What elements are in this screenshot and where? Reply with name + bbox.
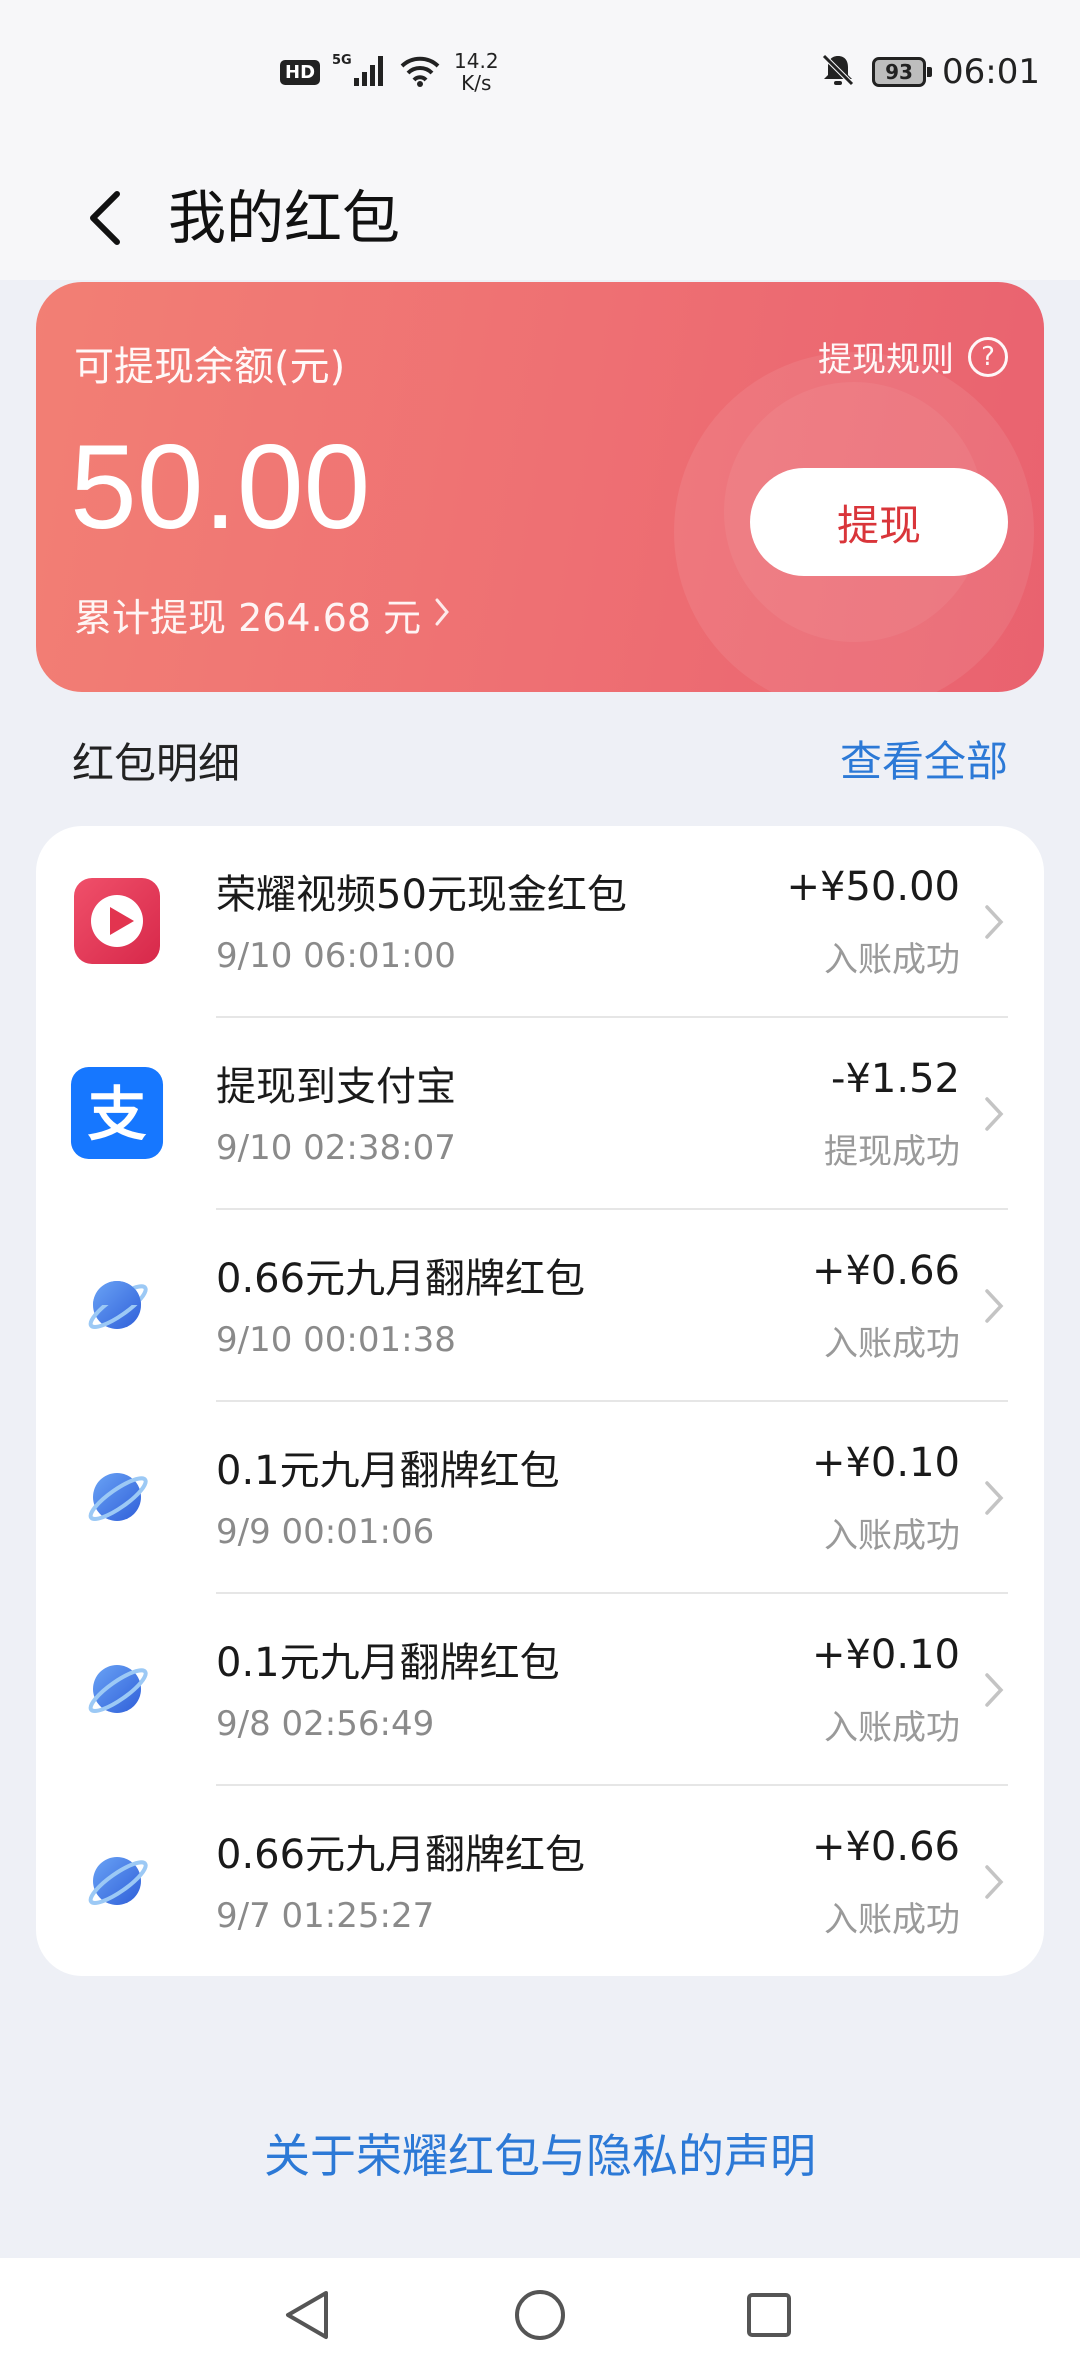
details-section-title: 红包明细 [72,739,241,788]
list-item[interactable]: 支 提现到支付宝 9/10 02:38:07 -¥1.52 提现成功 [36,1018,1044,1210]
chevron-right-icon [982,902,1006,942]
privacy-statement-link[interactable]: 关于荣耀红包与隐私的声明 [0,2120,1080,2186]
planet-icon [70,1642,164,1736]
triangle-back-icon [282,2287,332,2347]
status-bar: HD 5G 14.2 K/s 93 06:01 [0,0,1080,150]
speed-unit: K/s [461,71,492,95]
battery-indicator: 93 [872,57,933,87]
app-root: HD 5G 14.2 K/s 93 06:01 我的红包 可提现余额(元) 提现… [0,0,1080,2376]
nav-back-button[interactable] [272,2282,342,2352]
chevron-right-icon [982,1286,1006,1326]
speed-value: 14.2 [454,49,499,73]
withdraw-rules-link[interactable]: 提现规则 ? [818,332,1008,381]
item-time: 9/10 00:01:38 [216,1320,456,1360]
planet-icon [70,1450,164,1544]
view-all-link[interactable]: 查看全部 [840,728,1008,789]
svg-text:5G: 5G [332,53,352,68]
item-time: 9/9 00:01:06 [216,1512,435,1552]
list-item[interactable]: 0.66元九月翻牌红包 9/10 00:01:38 +¥0.66 入账成功 [36,1210,1044,1402]
item-time: 9/10 02:38:07 [216,1128,456,1168]
list-item[interactable]: 荣耀视频50元现金红包 9/10 06:01:00 +¥50.00 入账成功 [36,826,1044,1018]
item-status: 提现成功 [824,1132,960,1172]
item-title: 0.66元九月翻牌红包 [216,1256,586,1302]
balance-amount: 50.00 [70,420,371,554]
list-item[interactable]: 0.1元九月翻牌红包 9/9 00:01:06 +¥0.10 入账成功 [36,1402,1044,1594]
item-status: 入账成功 [824,1900,960,1940]
chevron-right-icon [982,1478,1006,1518]
nav-home-button[interactable] [505,2282,575,2352]
item-amount: +¥0.66 [811,1824,960,1870]
planet-icon [70,1258,164,1352]
list-item[interactable]: 0.1元九月翻牌红包 9/8 02:56:49 +¥0.10 入账成功 [36,1594,1044,1786]
item-title: 提现到支付宝 [216,1064,456,1110]
status-left: HD 5G 14.2 K/s [280,50,499,94]
item-time: 9/10 06:01:00 [216,936,456,976]
chevron-right-icon [433,593,451,637]
item-time: 9/7 01:25:27 [216,1896,435,1936]
balance-card: 可提现余额(元) 提现规则 ? 50.00 提现 累计提现 264.68 元 [36,282,1044,692]
item-title: 0.1元九月翻牌红包 [216,1448,560,1494]
svg-text:支: 支 [88,1080,147,1149]
item-title: 荣耀视频50元现金红包 [216,872,627,918]
item-amount: +¥0.66 [811,1248,960,1294]
planet-icon [70,1834,164,1928]
item-status: 入账成功 [824,1324,960,1364]
page-title: 我的红包 [168,184,401,252]
alipay-icon: 支 [70,1066,164,1160]
back-arrow-icon [85,188,125,252]
mute-bell-icon [820,52,856,92]
circle-home-icon [512,2287,568,2347]
network-speed: 14.2 K/s [454,50,499,94]
hd-badge: HD [280,59,321,85]
rules-label: 提现规则 [818,340,954,380]
square-recents-icon [743,2289,795,2345]
item-title: 0.1元九月翻牌红包 [216,1640,560,1686]
details-list: 荣耀视频50元现金红包 9/10 06:01:00 +¥50.00 入账成功 支… [36,826,1044,1976]
question-icon: ? [968,336,1008,377]
signal-icon: 5G [332,52,386,92]
withdraw-button[interactable]: 提现 [750,468,1008,576]
item-amount: +¥0.10 [811,1440,960,1486]
nav-recents-button[interactable] [734,2282,804,2352]
item-amount: +¥0.10 [811,1632,960,1678]
item-time: 9/8 02:56:49 [216,1704,435,1744]
total-withdrawn-link[interactable]: 累计提现 264.68 元 [74,587,451,642]
back-button[interactable] [70,170,140,270]
wifi-icon [398,52,442,92]
balance-label: 可提现余额(元) [74,344,346,390]
item-amount: +¥50.00 [786,864,960,910]
total-withdrawn-text: 累计提现 264.68 元 [74,596,422,640]
status-time: 06:01 [942,52,1040,92]
item-amount: -¥1.52 [831,1056,960,1102]
item-status: 入账成功 [824,1708,960,1748]
chevron-right-icon [982,1094,1006,1134]
status-right: 93 06:01 [820,52,1040,92]
item-title: 0.66元九月翻牌红包 [216,1832,586,1878]
system-nav-bar [0,2258,1080,2376]
honor-video-icon [70,874,164,968]
chevron-right-icon [982,1670,1006,1710]
item-status: 入账成功 [824,1516,960,1556]
item-status: 入账成功 [824,940,960,980]
chevron-right-icon [982,1862,1006,1902]
app-header: 我的红包 [0,150,1080,280]
list-item[interactable]: 0.66元九月翻牌红包 9/7 01:25:27 +¥0.66 入账成功 [36,1786,1044,1976]
